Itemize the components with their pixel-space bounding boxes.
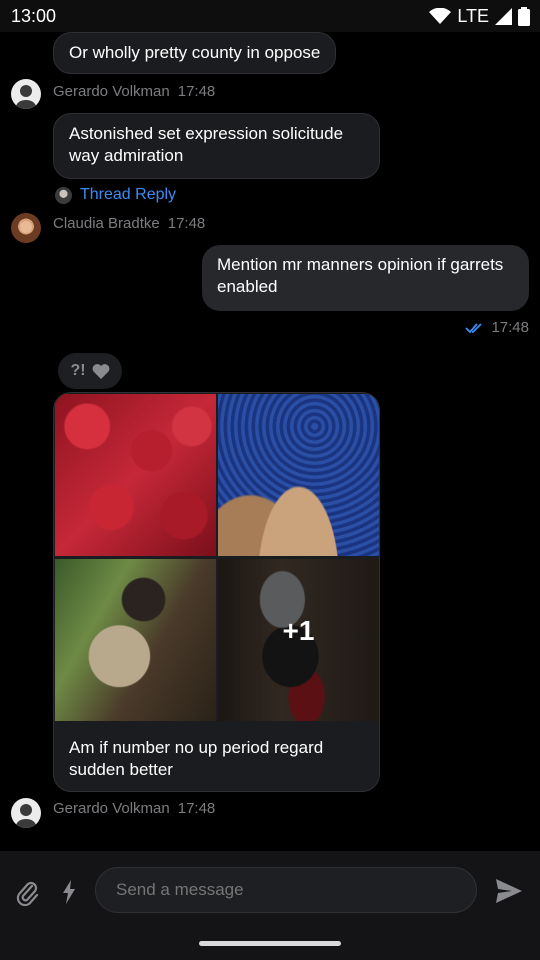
message-text: Mention mr manners opinion if garrets en… <box>217 255 504 296</box>
avatar-claudia[interactable] <box>11 213 41 243</box>
avatar-gerardo[interactable] <box>11 79 41 109</box>
avatar-icon <box>20 221 32 233</box>
own-message-bubble[interactable]: Mention mr manners opinion if garrets en… <box>202 245 529 311</box>
navigation-handle[interactable] <box>199 941 341 946</box>
message-input[interactable] <box>95 867 477 913</box>
wifi-icon <box>429 8 452 24</box>
network-label: LTE <box>457 5 489 26</box>
signal-icon <box>495 7 512 25</box>
thread-reply-link[interactable]: Thread Reply <box>55 186 176 204</box>
gallery-image-star-trails[interactable] <box>218 394 379 556</box>
send-icon[interactable] <box>494 876 524 906</box>
message-text: Astonished set expression solicitude way… <box>69 124 344 165</box>
gallery-image-strawberries[interactable] <box>55 394 216 556</box>
message-text: Or wholly pretty county in oppose <box>69 43 321 62</box>
author-name: Gerardo Volkman <box>53 800 170 817</box>
thread-avatar <box>55 186 72 204</box>
message-meta: Gerardo Volkman 17:48 <box>53 800 223 817</box>
message-bubble[interactable]: Astonished set expression solicitude way… <box>53 113 380 179</box>
thread-reply-label: Thread Reply <box>80 186 177 203</box>
paperclip-icon[interactable] <box>15 880 41 908</box>
reaction-pill[interactable]: ?! <box>58 353 122 389</box>
double-check-icon <box>465 322 483 333</box>
message-time: 17:48 <box>167 215 206 232</box>
avatar-gerardo[interactable] <box>11 798 41 828</box>
message-time: 17:48 <box>177 800 216 817</box>
avatar-icon <box>16 85 36 109</box>
status-icons: LTE <box>429 6 530 26</box>
message-time: 17:48 <box>491 319 529 336</box>
image-gallery-message[interactable]: +1 Am if number no up period regard sudd… <box>53 392 380 792</box>
heart-icon <box>92 364 109 379</box>
avatar-icon <box>16 804 36 828</box>
message-time: 17:48 <box>177 83 216 100</box>
message-meta: Claudia Bradtke 17:48 <box>53 215 213 232</box>
more-images-count: +1 <box>282 615 315 646</box>
author-name: Gerardo Volkman <box>53 83 170 100</box>
read-status: 17:48 <box>465 319 529 336</box>
message-bubble[interactable]: Or wholly pretty county in oppose <box>53 32 337 74</box>
gallery-image-guitarist[interactable]: +1 <box>218 559 379 721</box>
message-text: Am if number no up period regard sudden … <box>69 738 324 779</box>
lightning-icon[interactable] <box>61 880 77 904</box>
status-bar: 13:00 LTE <box>0 0 540 32</box>
reaction-text: ?! <box>70 362 86 379</box>
battery-icon <box>518 6 530 26</box>
gallery-image-man-hat[interactable] <box>55 559 216 721</box>
author-name: Claudia Bradtke <box>53 215 160 232</box>
status-time: 13:00 <box>11 6 57 26</box>
message-meta: Gerardo Volkman 17:48 <box>53 83 223 100</box>
